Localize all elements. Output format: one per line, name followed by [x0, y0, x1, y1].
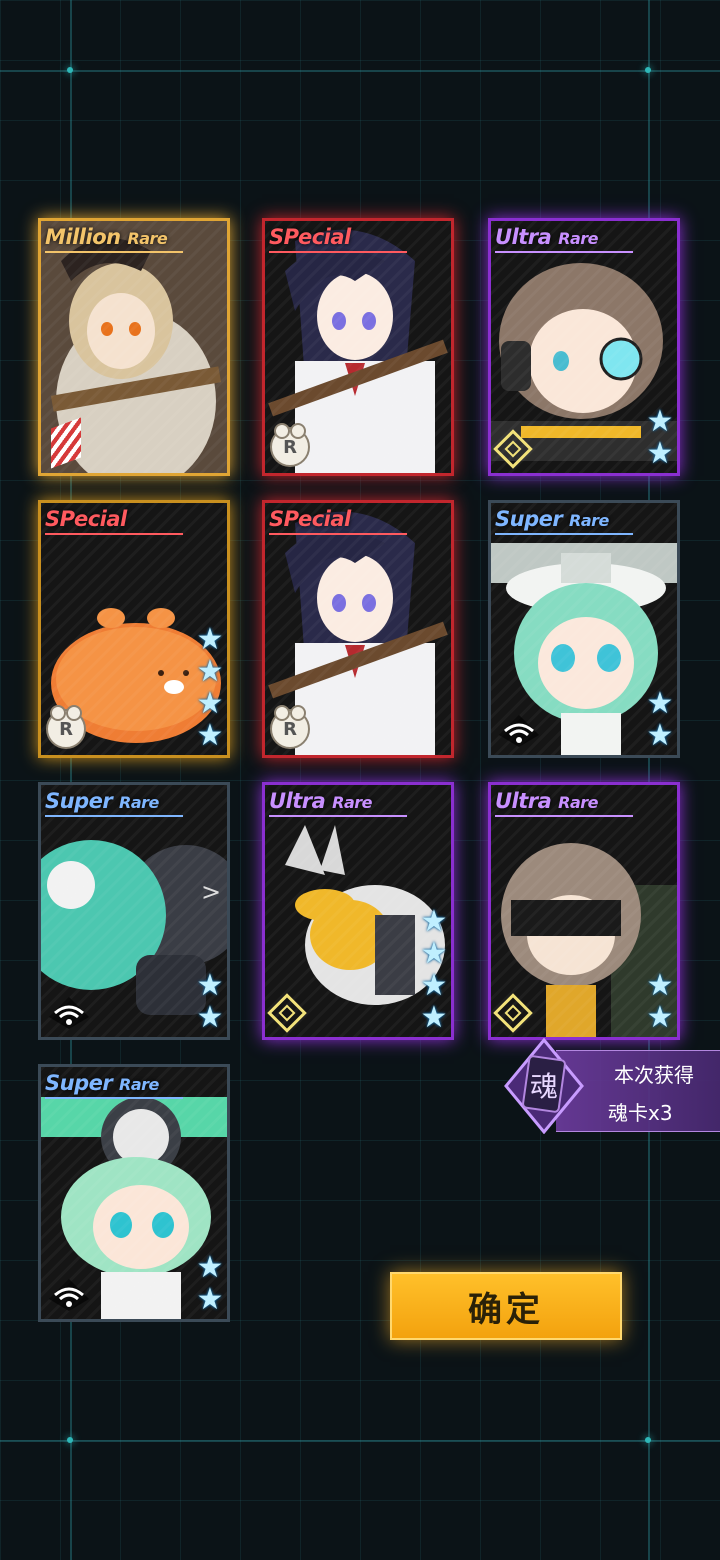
- rarity-sub: Rare: [119, 793, 159, 812]
- bg-node: [67, 67, 73, 73]
- wifi-icon: [49, 1279, 89, 1311]
- rarity-label: Ultra Rare: [495, 789, 598, 813]
- star-icon: ★: [196, 1282, 224, 1317]
- character-card[interactable]: Ultra Rare ★ ★: [488, 218, 680, 476]
- bg-node: [645, 67, 651, 73]
- rarity-main: Super: [45, 1071, 113, 1095]
- character-card[interactable]: Super Rare ★ ★: [38, 1064, 230, 1322]
- rarity-underline: [45, 815, 183, 817]
- rarity-main: Ultra: [495, 789, 552, 813]
- rarity-sub: Rare: [558, 793, 598, 812]
- rarity-sub: Rare: [127, 229, 168, 248]
- character-card[interactable]: SPecial R: [262, 500, 454, 758]
- star-icon: ★: [646, 718, 674, 753]
- star-icon: ★: [196, 1000, 224, 1035]
- rarity-underline: [269, 251, 407, 253]
- rarity-label: Million Rare: [45, 225, 168, 249]
- rank-r-badge: R: [270, 705, 310, 749]
- rarity-main: SPecial: [45, 507, 127, 531]
- star-icon: ★: [420, 968, 448, 1003]
- rarity-label: SPecial: [45, 507, 127, 531]
- rarity-label: SPecial: [269, 225, 351, 249]
- bg-node: [67, 1437, 73, 1443]
- confirm-button[interactable]: 确定: [390, 1272, 622, 1340]
- rarity-underline: [45, 1097, 183, 1099]
- star-column: ★ ★: [645, 689, 675, 751]
- rarity-underline: [45, 533, 183, 535]
- rarity-main: SPecial: [269, 507, 351, 531]
- star-icon: ★: [646, 436, 674, 471]
- star-icon: ★: [646, 1000, 674, 1035]
- rarity-sub: Rare: [119, 1075, 159, 1094]
- rarity-underline: [269, 815, 407, 817]
- soul-reward-count: 魂卡x3: [608, 1101, 673, 1125]
- star-column: ★ ★: [195, 1253, 225, 1315]
- star-icon: ★: [420, 936, 448, 971]
- character-card[interactable]: Ultra Rare ★ ★ ★ ★: [262, 782, 454, 1040]
- soul-reward-title: 本次获得: [614, 1063, 694, 1087]
- star-icon: ★: [646, 968, 674, 1003]
- rarity-sub: Rare: [569, 511, 609, 530]
- rarity-underline: [495, 251, 633, 253]
- star-icon: ★: [646, 686, 674, 721]
- rarity-underline: [45, 251, 183, 253]
- character-card[interactable]: > Super Rare ★★: [38, 782, 230, 1040]
- star-icon: ★: [196, 718, 224, 753]
- star-icon: ★: [646, 404, 674, 439]
- star-column: ★ ★: [645, 407, 675, 469]
- star-column: ★ ★: [195, 971, 225, 1033]
- rarity-label: SPecial: [269, 507, 351, 531]
- character-card[interactable]: Million Rare: [38, 218, 230, 476]
- star-column: ★ ★: [645, 971, 675, 1033]
- rarity-sub: Rare: [558, 229, 598, 248]
- character-card[interactable]: SPecial R: [262, 218, 454, 476]
- rarity-label: Super Rare: [45, 1071, 159, 1095]
- rarity-main: Ultra: [269, 789, 326, 813]
- star-column: ★ ★ ★ ★: [419, 907, 449, 1033]
- character-card[interactable]: Super Rare ★ ★: [488, 500, 680, 758]
- rarity-main: Super: [495, 507, 563, 531]
- character-card[interactable]: Ultra Rare ★ ★: [488, 782, 680, 1040]
- rarity-sub: Rare: [332, 793, 372, 812]
- rarity-label: Ultra Rare: [495, 225, 598, 249]
- bg-node: [645, 1437, 651, 1443]
- soul-card-icon: 魂: [504, 1038, 584, 1134]
- rarity-underline: [269, 533, 407, 535]
- bg-line: [0, 70, 720, 72]
- star-icon: ★: [420, 1000, 448, 1035]
- star-icon: ★: [196, 686, 224, 721]
- rarity-label: Super Rare: [495, 507, 609, 531]
- rarity-underline: [495, 533, 633, 535]
- character-card[interactable]: SPecial R ★ ★ ★ ★: [38, 500, 230, 758]
- rarity-label: Super Rare: [45, 789, 159, 813]
- bg-line: [0, 1440, 720, 1442]
- wifi-icon: [49, 997, 89, 1029]
- rarity-main: Million: [45, 225, 121, 249]
- star-icon: ★: [420, 904, 448, 939]
- star-icon: ★: [196, 968, 224, 1003]
- rarity-main: Ultra: [495, 225, 552, 249]
- rarity-main: SPecial: [269, 225, 351, 249]
- rarity-underline: [495, 815, 633, 817]
- star-icon: ★: [196, 1250, 224, 1285]
- star-column: ★ ★ ★ ★: [195, 625, 225, 751]
- rarity-label: Ultra Rare: [269, 789, 372, 813]
- star-icon: ★: [196, 654, 224, 689]
- rank-r-badge: R: [46, 705, 86, 749]
- rarity-main: Super: [45, 789, 113, 813]
- rank-r-badge: R: [270, 423, 310, 467]
- wifi-icon: [499, 715, 539, 747]
- star-icon: ★: [196, 622, 224, 657]
- svg-text:魂: 魂: [530, 1070, 558, 1103]
